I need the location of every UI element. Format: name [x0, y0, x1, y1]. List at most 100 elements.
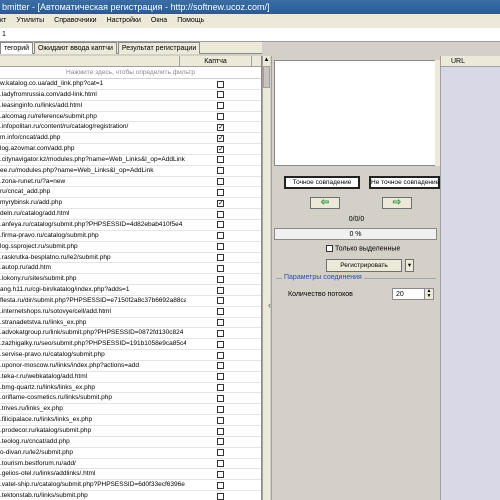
captcha-checkbox[interactable]	[217, 319, 224, 327]
captcha-checkbox[interactable]	[217, 416, 224, 424]
captcha-checkbox[interactable]	[217, 438, 224, 446]
captcha-checkbox[interactable]	[217, 340, 224, 348]
only-selected-checkbox[interactable]: Только выделенные	[326, 245, 400, 252]
not-exact-match-button[interactable]: Не точное совпадение	[369, 176, 440, 189]
checkbox-box[interactable]	[326, 245, 333, 252]
table-row[interactable]: deln.ru/catalog/add.html	[0, 209, 261, 220]
captcha-checkbox[interactable]	[217, 492, 224, 500]
table-row[interactable]: .filicipalace.ru/links/links_ex.php	[0, 415, 261, 426]
table-row[interactable]: .lokony.ru/sites/submit.php	[0, 274, 261, 286]
captcha-checkbox[interactable]	[217, 102, 224, 110]
captcha-checkbox[interactable]	[217, 275, 224, 283]
captcha-checkbox[interactable]	[217, 156, 224, 164]
table-row[interactable]: .zona-runet.ru/?a=new	[0, 177, 261, 188]
table-row[interactable]: .trives.ru/links_ex.php	[0, 404, 261, 416]
table-row[interactable]: .ladyfromrussia.com/add-link.html	[0, 90, 261, 101]
captcha-checkbox[interactable]	[217, 91, 224, 99]
captcha-checkbox[interactable]	[217, 221, 224, 229]
table-row[interactable]: m.info/cncat/add.php ✓	[0, 133, 261, 145]
captcha-checkbox[interactable]	[217, 254, 224, 261]
captcha-checkbox[interactable]	[217, 178, 224, 186]
table-row[interactable]: flesta.ru/dir/submit.php?PHPSESSID=e7150…	[0, 296, 261, 307]
captcha-checkbox[interactable]	[217, 308, 224, 316]
table-row[interactable]: .leasinginfo.ru/links/add.html	[0, 101, 261, 112]
menu-item[interactable]: Помощь	[172, 14, 209, 28]
exact-match-button[interactable]: Точное совпадение	[284, 176, 360, 189]
address-field[interactable]: 1	[0, 28, 500, 42]
register-dropdown-button[interactable]: ▾	[405, 259, 414, 272]
captcha-checkbox[interactable]	[217, 460, 224, 468]
captcha-checkbox[interactable]	[217, 351, 224, 359]
captcha-checkbox[interactable]	[217, 449, 224, 457]
register-button[interactable]: Регистрировать	[326, 259, 402, 272]
captcha-checkbox[interactable]	[217, 167, 224, 175]
table-row[interactable]: .alcomag.ru/reference/submit.php	[0, 112, 261, 123]
table-row[interactable]: .advokatgroup.ru/link/submit.php?PHPSESS…	[0, 328, 261, 340]
table-row[interactable]: .uponor-moscow.ru/links/index.php?action…	[0, 361, 261, 372]
menu-item[interactable]: Настройки	[102, 14, 146, 28]
table-row[interactable]: log.ssproject.ru/submit.php	[0, 242, 261, 253]
captcha-checkbox[interactable]	[217, 113, 224, 121]
table-row[interactable]: .zazhigalky.ru/seo/submit.php?PHPSESSID=…	[0, 339, 261, 351]
table-row[interactable]: .oriflame-cosmetics.ru/links/submit.php	[0, 393, 261, 405]
menu-item[interactable]: кт	[0, 14, 11, 28]
tab-categories[interactable]: тегорий	[0, 42, 34, 54]
captcha-checkbox[interactable]	[217, 210, 224, 218]
table-row[interactable]: w.katalog.co.ua/add_link.php?cat=1	[0, 79, 261, 90]
table-row[interactable]: .raskrutka-besplatno.ru/le2/submit.php	[0, 253, 261, 264]
table-row[interactable]: .autop.ru/add.htm	[0, 263, 261, 275]
table-row[interactable]: .stranadetstva.ru/links_ex.php	[0, 318, 261, 329]
captcha-checkbox[interactable]	[217, 470, 224, 478]
captcha-checkbox[interactable]	[217, 405, 224, 413]
table-row[interactable]: .servise-pravo.ru/catalog/submit.php	[0, 350, 261, 361]
captcha-checkbox[interactable]	[217, 297, 224, 305]
captcha-checkbox[interactable]	[217, 329, 224, 337]
scroll-thumb[interactable]	[263, 66, 270, 88]
prev-button[interactable]: ⇦	[310, 197, 340, 209]
next-button[interactable]: ⇨	[382, 197, 412, 209]
captcha-checkbox[interactable]	[217, 232, 224, 240]
captcha-checkbox[interactable]	[217, 243, 224, 251]
table-row[interactable]: o-divan.ru/le2/submit.php	[0, 448, 261, 459]
url-column-header[interactable]	[0, 56, 180, 67]
captcha-checkbox[interactable]	[217, 362, 224, 370]
captcha-column-header[interactable]: Каптча	[180, 56, 252, 67]
table-row[interactable]: .tourism.bestforum.ru/add/	[0, 459, 261, 470]
stepper-arrows-icon[interactable]: ▲ ▼	[424, 289, 433, 299]
grid-scrollbar[interactable]: ▲	[262, 56, 270, 500]
captcha-checkbox[interactable]	[217, 427, 224, 435]
table-row[interactable]: .citynavigator.kz/modules.php?name=Web_L…	[0, 155, 261, 166]
threads-stepper[interactable]: 20 ▲ ▼	[392, 288, 434, 300]
captcha-checkbox[interactable]: ✓	[217, 123, 224, 131]
menu-item[interactable]: Утилиты	[11, 14, 49, 28]
table-row[interactable]: myrybinsk.ru/add.php ✓	[0, 198, 261, 210]
table-row[interactable]: ang.h11.ru/cgi-bin/katalog/index.php?add…	[0, 285, 261, 296]
captcha-checkbox[interactable]	[217, 384, 224, 392]
table-row[interactable]: .internetshops.ru/sotovye/cell/add.html	[0, 307, 261, 318]
table-row[interactable]: .gelios-otel.ru/links/addlinks/.html	[0, 469, 261, 481]
table-row[interactable]: .bmg-quartz.ru/links/links_ex.php	[0, 383, 261, 394]
captcha-checkbox[interactable]: ✓	[217, 199, 224, 207]
captcha-checkbox[interactable]	[217, 286, 224, 294]
url-list-header[interactable]: URL	[441, 56, 500, 67]
menu-item[interactable]: Справочники	[49, 14, 101, 28]
table-row[interactable]: .tektonstab.ru/links/submit.php	[0, 491, 261, 500]
captcha-checkbox[interactable]	[217, 373, 224, 381]
table-row[interactable]: ru/cncat_add.php	[0, 187, 261, 199]
captcha-checkbox[interactable]	[217, 80, 224, 88]
table-row[interactable]: ee.ru/modules.php?name=Web_Links&l_op=Ad…	[0, 166, 261, 177]
captcha-checkbox[interactable]	[217, 394, 224, 402]
captcha-checkbox[interactable]: ✓	[217, 145, 224, 153]
filter-hint[interactable]: Нажмите здесь, чтобы определить фильтр	[0, 67, 261, 79]
menu-item[interactable]: Окна	[146, 14, 172, 28]
table-row[interactable]: .firma-pravo.ru/catalog/submit.php	[0, 231, 261, 242]
captcha-checkbox[interactable]	[217, 188, 224, 196]
tab-awaiting-captcha[interactable]: Ожидают ввода каптчи	[33, 42, 117, 54]
tab-registration-result[interactable]: Результат регистрации	[117, 42, 201, 54]
table-row[interactable]: .teolog.ru/cncat/add.php	[0, 437, 261, 448]
table-row[interactable]: .infopolitan.ru/content/ru/catalog/regis…	[0, 122, 261, 134]
table-row[interactable]: log.azovmar.com/add.php ✓	[0, 144, 261, 155]
table-row[interactable]: .teka-r.ru/webkatalog/add.html	[0, 372, 261, 383]
scroll-up-icon[interactable]: ▲	[263, 56, 270, 65]
captcha-checkbox[interactable]	[217, 264, 224, 272]
